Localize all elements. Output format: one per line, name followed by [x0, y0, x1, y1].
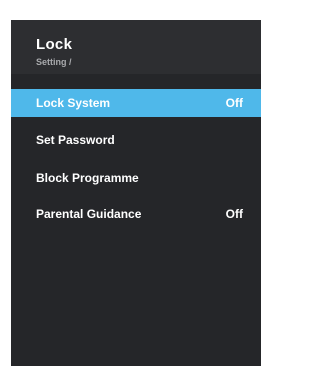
menu-item-label: Set Password [36, 133, 115, 147]
lock-menu-panel: Lock Setting / Lock System Off Set Passw… [11, 20, 261, 366]
menu-item-label: Block Programme [36, 171, 139, 185]
page-title: Lock [36, 36, 73, 53]
menu-item-block-programme[interactable]: Block Programme [11, 164, 261, 192]
menu-item-lock-system[interactable]: Lock System Off [11, 89, 261, 117]
menu-item-parental-guidance[interactable]: Parental Guidance Off [11, 200, 261, 228]
menu-item-label: Lock System [36, 96, 111, 110]
menu-item-label: Parental Guidance [36, 207, 142, 221]
menu-item-set-password[interactable]: Set Password [11, 126, 261, 154]
menu-item-value: Off [225, 96, 243, 110]
menu-header: Lock Setting / [11, 20, 261, 74]
breadcrumb: Setting / [36, 57, 72, 67]
menu-item-value: Off [225, 207, 243, 221]
